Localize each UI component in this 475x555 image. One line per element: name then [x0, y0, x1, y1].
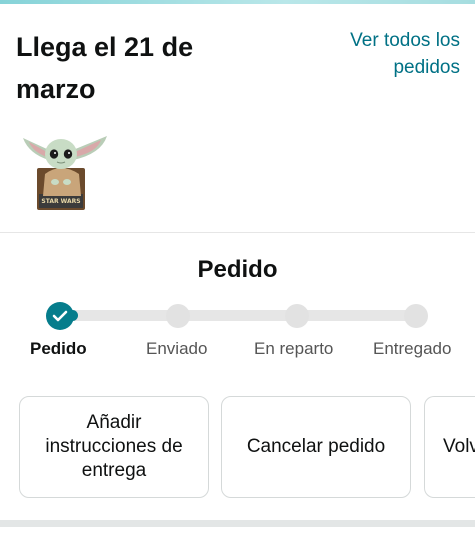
arrival-date-title: Llega el 21 de marzo: [16, 32, 194, 104]
step-label-enviado: Enviado: [146, 339, 208, 358]
step-label-pedido: Pedido: [30, 339, 87, 358]
return-button-label: Volv: [443, 436, 475, 457]
order-status-title: Pedido: [197, 256, 278, 283]
box-brand-text: STAR WARS: [41, 198, 80, 205]
cancel-order-label: Cancelar pedido: [246, 436, 386, 457]
return-button-partial[interactable]: Volv: [424, 396, 475, 498]
top-accent-bar: [0, 0, 475, 4]
step-dot-entregado: [404, 304, 428, 328]
step-dot-en-reparto: [285, 304, 309, 328]
add-delivery-instructions-button[interactable]: Añadir instrucciones de entrega: [19, 396, 209, 498]
plush-toy-icon: STAR WARS: [23, 136, 107, 210]
product-thumbnail[interactable]: STAR WARS: [21, 124, 111, 212]
section-divider-thick: [0, 520, 475, 527]
step-dot-pedido: [46, 302, 74, 330]
section-divider: [0, 232, 475, 233]
step-label-entregado: Entregado: [373, 339, 452, 358]
view-all-orders-link[interactable]: Ver todos los pedidos: [310, 27, 460, 81]
step-dot-enviado: [166, 304, 190, 328]
checkmark-icon: [52, 310, 68, 322]
cancel-order-button[interactable]: Cancelar pedido: [221, 396, 411, 498]
step-label-en-reparto: En reparto: [254, 339, 334, 358]
add-delivery-instructions-label: Añadir instrucciones de entrega: [45, 412, 183, 481]
progress-track: [60, 310, 416, 321]
